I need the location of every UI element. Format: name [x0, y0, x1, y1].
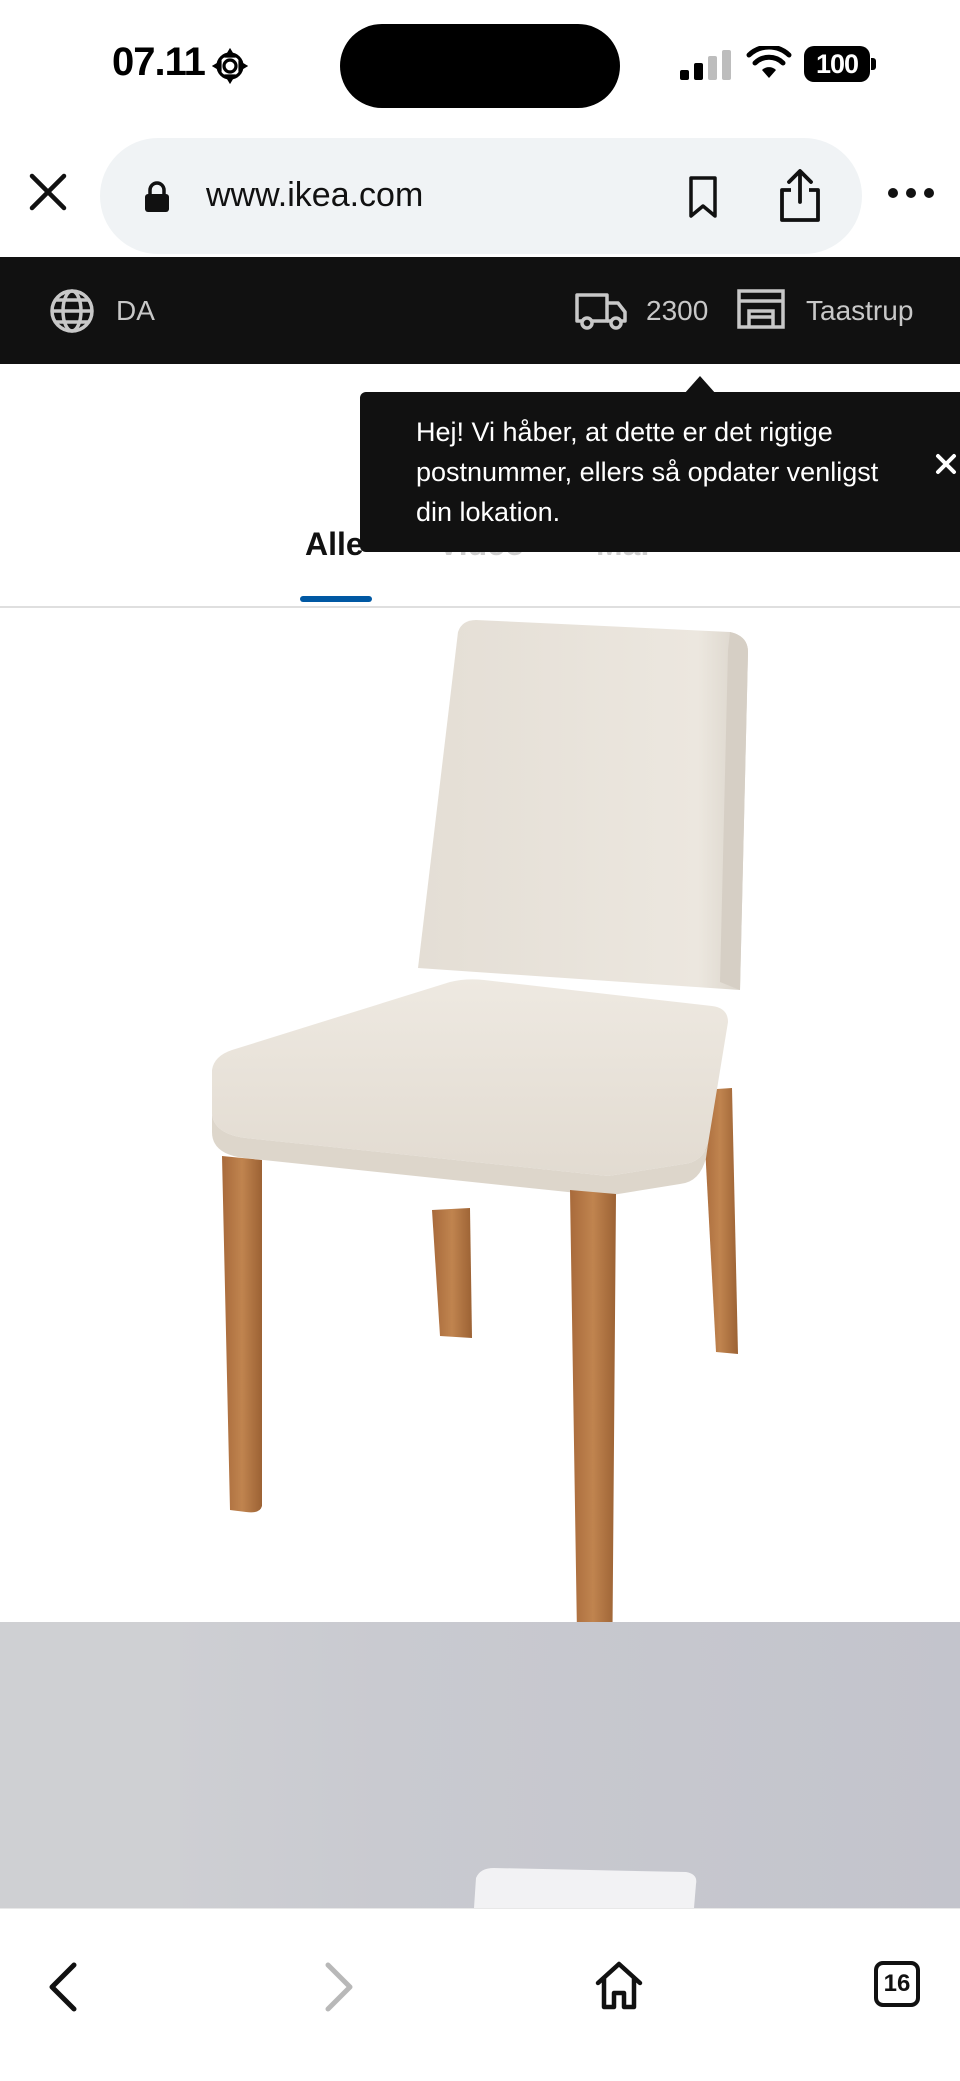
settings-icon — [212, 48, 248, 84]
language-selector[interactable]: DA — [116, 295, 155, 327]
active-tab-indicator — [300, 596, 372, 602]
bookmark-icon[interactable] — [682, 175, 724, 219]
globe-icon[interactable] — [48, 287, 96, 335]
lifestyle-image[interactable] — [0, 1622, 960, 1908]
forward-icon[interactable] — [322, 1961, 358, 2013]
delivery-postcode[interactable]: 2300 — [646, 295, 708, 327]
browser-toolbar: www.ikea.com — [0, 128, 960, 256]
wifi-icon — [746, 46, 792, 78]
store-icon[interactable] — [736, 287, 786, 331]
signal-icon — [680, 50, 731, 80]
room-scene — [0, 1622, 697, 1908]
close-icon[interactable] — [934, 452, 958, 476]
truck-icon[interactable] — [574, 289, 628, 331]
back-icon[interactable] — [44, 1961, 80, 2013]
ikea-location-bar: DA 2300 Taastrup — [0, 257, 960, 364]
url-text: www.ikea.com — [206, 176, 424, 214]
lock-icon — [145, 181, 169, 212]
dynamic-island — [340, 24, 620, 108]
share-icon[interactable] — [776, 168, 824, 224]
browser-bottom-toolbar: 16 — [0, 1908, 960, 2081]
chair-illustration — [212, 620, 748, 1701]
selected-store[interactable]: Taastrup — [806, 295, 913, 327]
status-time: 07.11 — [112, 40, 206, 84]
address-bar[interactable]: www.ikea.com — [100, 138, 862, 254]
home-icon[interactable] — [594, 1959, 644, 2011]
tabs-icon[interactable]: 16 — [874, 1961, 920, 2007]
tab-all[interactable]: Alle — [305, 526, 364, 563]
location-tooltip: Hej! Vi håber, at dette er det rigtige p… — [360, 392, 960, 552]
status-bar: 07.11 100 — [0, 0, 960, 128]
product-image[interactable] — [0, 610, 960, 1701]
tooltip-message: Hej! Vi håber, at dette er det rigtige p… — [416, 417, 879, 527]
close-icon[interactable] — [24, 168, 72, 216]
product-media-section: Alle Video Mål Hej! Vi håber, at dette e… — [0, 364, 960, 1908]
battery-icon: 100 — [804, 46, 876, 82]
more-icon[interactable] — [886, 186, 936, 200]
battery-level: 100 — [804, 46, 870, 82]
